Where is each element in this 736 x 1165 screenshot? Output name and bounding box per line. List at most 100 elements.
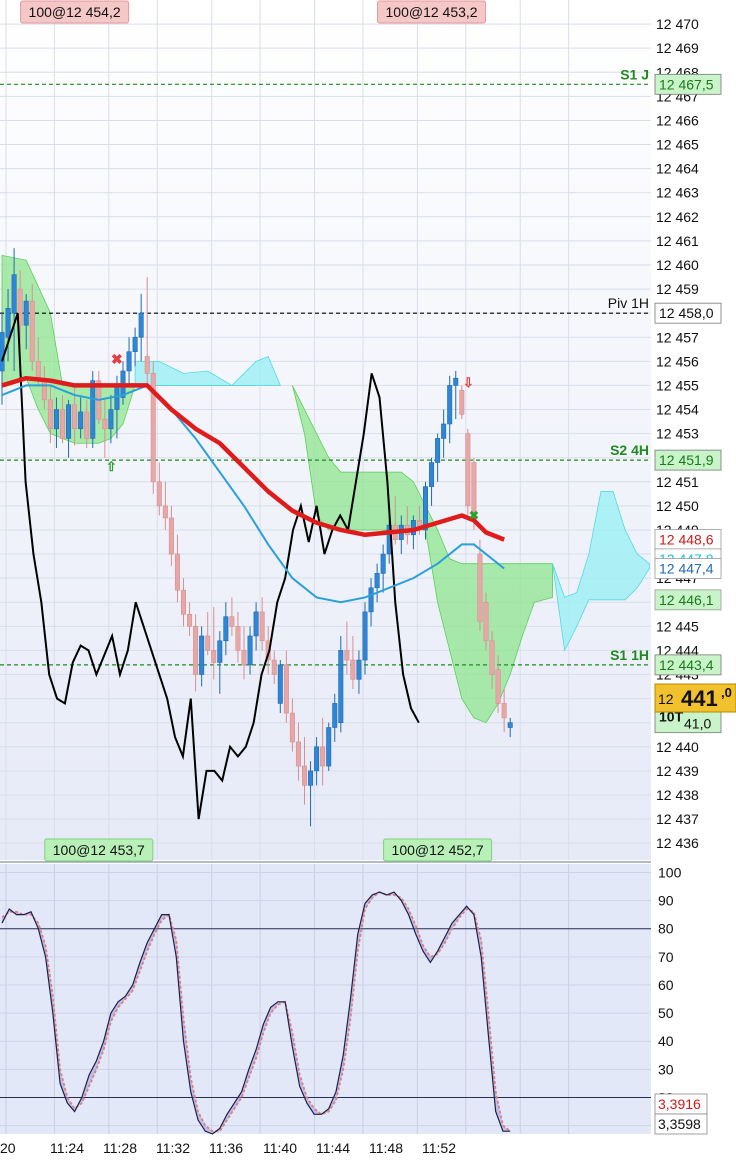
candle-body-82 (495, 669, 501, 704)
candle-body-72 (435, 438, 441, 463)
chart-root: S1 J Piv 1H S2 4H S1 1H ✖ ⇧ ⇩ ✖ 100@12 454,2 100@… (0, 0, 736, 1160)
candle-body-40 (241, 650, 247, 666)
up-arrow-icon: ⇧ (106, 459, 117, 474)
candle-body-4 (23, 300, 29, 326)
candle-body-35 (211, 650, 217, 663)
osc-tick-label-6: 70 (658, 949, 674, 965)
candle-body-60 (362, 611, 368, 661)
price-tick-label-4: 12 440 (656, 739, 699, 755)
price-tick-label-24: 12 460 (656, 257, 699, 273)
candle-body-50 (301, 765, 307, 786)
price-tick-label-18: 12 454 (656, 402, 699, 418)
candle-body-27 (162, 505, 168, 519)
candle-body-37 (223, 616, 229, 642)
osc-tick-label-2: 30 (658, 1061, 674, 1077)
candle-body-62 (374, 573, 380, 589)
candle-body-45 (271, 659, 277, 675)
candle-body-13 (78, 411, 84, 430)
price-label-2: 12 447,4 (659, 561, 714, 577)
order-label-top-1: 100@12 453,2 (386, 4, 478, 20)
cross-marker-icon: ✖ (111, 351, 123, 367)
candle-body-10 (59, 409, 65, 439)
price-tick-label-19: 12 455 (656, 377, 699, 393)
order-label-bottom-1: 100@12 452,7 (392, 842, 484, 858)
candle-body-43 (259, 611, 265, 642)
candle-body-48 (289, 712, 295, 743)
candle-body-73 (441, 423, 447, 439)
candle-body-58 (350, 659, 356, 680)
candle-body-36 (217, 640, 223, 663)
candle-body-21 (126, 351, 132, 372)
oscillator-panel-bg (0, 864, 651, 1134)
time-tick-label-1: 11:24 (50, 1140, 84, 1156)
order-label-bottom-0: 100@12 453,7 (53, 842, 145, 858)
candle-body-24 (144, 356, 150, 374)
candle-body-29 (174, 553, 180, 591)
price-label-4: 41,0 (684, 716, 711, 732)
level-name-1: Piv 1H (608, 295, 649, 311)
level-name-0: S1 J (620, 66, 649, 82)
last-price-prefix: 12 (658, 691, 674, 707)
last-price-suffix: ,0 (721, 685, 732, 700)
candle-body-38 (229, 616, 235, 627)
candle-body-34 (205, 635, 211, 651)
candle-body-18 (108, 409, 114, 430)
osc-tick-label-7: 80 (658, 921, 674, 937)
time-tick-label-6: 11:44 (316, 1140, 350, 1156)
price-tick-label-20: 12 456 (656, 353, 699, 369)
candle-body-63 (380, 553, 386, 574)
candle-body-81 (489, 640, 495, 675)
candle-body-71 (429, 462, 435, 487)
price-tick-label-21: 12 457 (656, 329, 699, 345)
price-tick-label-3: 12 439 (656, 763, 699, 779)
candle-body-55 (332, 703, 338, 728)
time-tick-label-3: 11:32 (156, 1140, 190, 1156)
candle-body-15 (90, 380, 96, 439)
candle-body-51 (308, 770, 314, 786)
candle-body-46 (277, 664, 283, 704)
candle-body-57 (344, 650, 350, 661)
candle-body-1 (5, 308, 11, 338)
candle-body-14 (84, 411, 90, 439)
candle-body-9 (53, 409, 59, 430)
osc-tick-label-4: 50 (658, 1005, 674, 1021)
price-tick-label-34: 12 470 (656, 16, 699, 32)
candle-body-30 (181, 589, 187, 615)
candle-body-77 (465, 433, 471, 507)
candle-body-49 (295, 741, 301, 767)
osc-tick-label-3: 40 (658, 1033, 674, 1049)
time-tick-label-7: 11:48 (369, 1140, 403, 1156)
price-tick-label-15: 12 451 (656, 474, 699, 490)
osc-tick-label-9: 100 (658, 864, 682, 880)
price-tick-label-27: 12 463 (656, 185, 699, 201)
down-arrow-icon: ⇩ (463, 375, 474, 390)
price-tick-label-28: 12 464 (656, 161, 699, 177)
candle-body-5 (29, 300, 35, 362)
osc-tick-label-8: 90 (658, 893, 674, 909)
candle-body-79 (477, 553, 483, 622)
level-price-label-0: 12 467,5 (659, 76, 714, 92)
price-label-3: 12 446,1 (659, 592, 714, 608)
candle-body-33 (199, 635, 205, 675)
candle-body-47 (283, 664, 289, 714)
price-tick-label-9: 12 445 (656, 618, 699, 634)
candle-body-17 (102, 418, 108, 430)
price-tick-label-1: 12 437 (656, 811, 699, 827)
candle-body-61 (368, 587, 374, 613)
chart-svg[interactable]: S1 J Piv 1H S2 4H S1 1H ✖ ⇧ ⇩ ✖ 100@12 454,2 100@… (0, 0, 736, 1160)
candle-body-31 (187, 613, 193, 627)
price-tick-label-14: 12 450 (656, 498, 699, 514)
osc-value-label-1: 3,3598 (658, 1116, 701, 1132)
price-tick-label-30: 12 466 (656, 112, 699, 128)
price-tick-label-33: 12 469 (656, 40, 699, 56)
price-label-0: 12 448,6 (659, 532, 714, 548)
candle-body-8 (47, 399, 53, 430)
candle-body-59 (356, 659, 362, 680)
osc-value-label-0: 3,3916 (658, 1096, 701, 1112)
price-tick-label-0: 12 436 (656, 835, 699, 851)
candle-body-28 (168, 517, 174, 555)
level-price-label-3: 12 443,4 (659, 657, 714, 673)
price-tick-label-26: 12 462 (656, 209, 699, 225)
time-tick-label-0: 20 (0, 1140, 16, 1156)
candle-body-23 (138, 312, 144, 338)
